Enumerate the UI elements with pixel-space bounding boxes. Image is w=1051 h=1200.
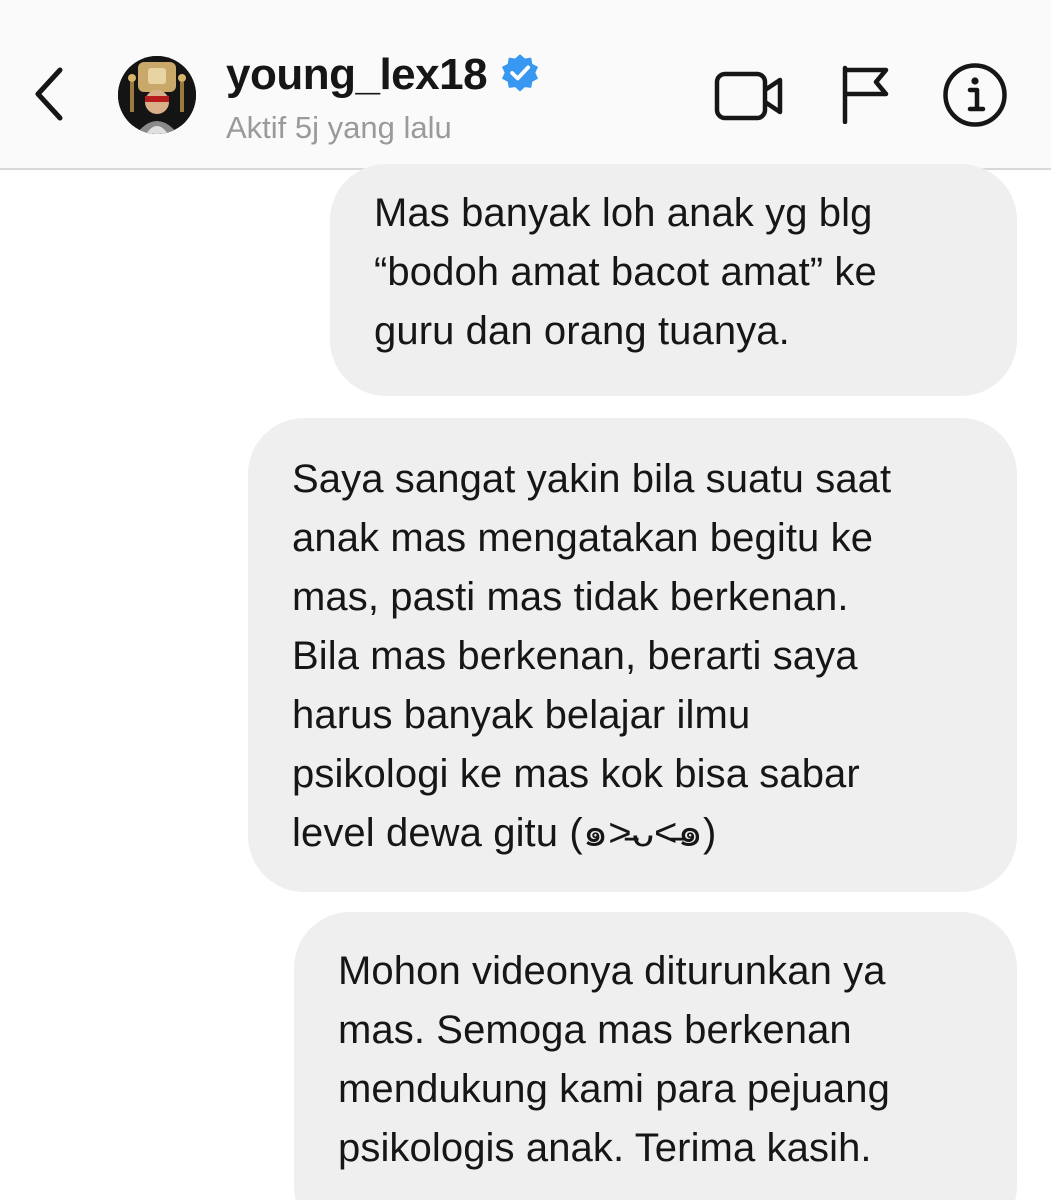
dm-screen: young_lex18 Aktif 5j yang lalu Mas banya… [0, 0, 1051, 1200]
username-row: young_lex18 [226, 46, 541, 104]
video-camera-icon [714, 71, 783, 121]
report-button[interactable] [840, 64, 892, 125]
verified-badge-icon [502, 54, 539, 92]
username: young_lex18 [226, 50, 488, 99]
flag-icon [842, 65, 889, 125]
profile-picture [118, 56, 196, 134]
info-icon [943, 63, 1007, 127]
chevron-left-icon [35, 67, 63, 121]
message-thread: Mas banyak loh anak yg blg “bodoh amat b… [0, 164, 1051, 1200]
video-call-button[interactable] [714, 70, 786, 122]
message-bubble[interactable]: Saya sangat yakin bila suatu saat anak m… [248, 418, 1017, 892]
message-bubble[interactable]: Mas banyak loh anak yg blg “bodoh amat b… [330, 164, 1017, 396]
message-bubble[interactable]: Mohon videonya diturunkan ya mas. Semoga… [294, 912, 1017, 1200]
info-button[interactable] [942, 62, 1008, 128]
back-button[interactable] [28, 62, 72, 126]
user-info[interactable]: young_lex18 Aktif 5j yang lalu [226, 46, 541, 146]
active-status: Aktif 5j yang lalu [226, 110, 452, 145]
chat-header: young_lex18 Aktif 5j yang lalu [0, 0, 1051, 170]
avatar[interactable] [118, 56, 196, 134]
